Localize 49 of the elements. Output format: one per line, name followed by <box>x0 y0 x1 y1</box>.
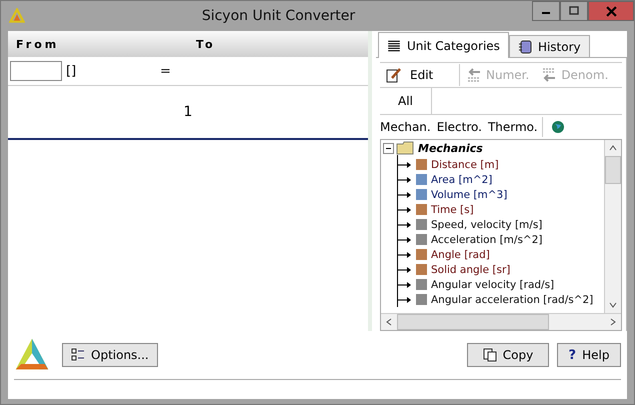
filter-button[interactable]: All <box>380 88 432 114</box>
help-button[interactable]: ? Help <box>557 343 621 367</box>
tree-item[interactable]: Volume [m^3] <box>431 188 508 200</box>
tree-item[interactable]: Distance [m] <box>431 158 499 170</box>
close-icon <box>606 6 616 16</box>
to-label: To <box>195 38 216 50</box>
equals-sign: = <box>160 64 171 78</box>
tree-item[interactable]: Acceleration [m/s^2] <box>431 234 542 246</box>
pencil-icon <box>386 67 402 83</box>
unit-text: [] <box>66 64 78 78</box>
value-input[interactable] <box>10 61 62 81</box>
minimize-button[interactable] <box>532 1 560 21</box>
tree-item[interactable]: Time [s] <box>431 204 474 216</box>
toolbar-button[interactable]: Edit <box>380 64 460 86</box>
tab[interactable]: History <box>508 35 590 57</box>
arrow-icon <box>466 67 482 83</box>
tree-item[interactable]: Speed, velocity [m/s] <box>431 218 542 230</box>
tree-item[interactable]: Mechanics <box>418 142 483 154</box>
tree-item[interactable]: Angle [rad] <box>431 248 490 260</box>
collapse-toggle[interactable] <box>383 142 394 154</box>
list-icon <box>387 38 401 52</box>
copy-icon <box>482 348 497 362</box>
horizontal-scrollbar[interactable] <box>381 313 621 330</box>
window-title: Sicyon Unit Converter <box>200 8 356 24</box>
scroll-thumb[interactable] <box>397 314 549 330</box>
checklist-icon <box>71 348 85 362</box>
tab[interactable]: Unit Categories <box>378 32 509 58</box>
close-button[interactable] <box>588 1 634 21</box>
from-label: From <box>15 38 60 50</box>
category-button[interactable]: Electro. <box>436 120 488 134</box>
question-icon: ? <box>568 348 576 362</box>
notebook-icon <box>518 40 532 54</box>
globe-icon[interactable] <box>550 120 565 134</box>
tree-item[interactable]: Area [m^2] <box>431 174 492 186</box>
scroll-thumb[interactable] <box>605 156 621 184</box>
tree-item[interactable]: Angular acceleration [rad/s^2] <box>431 294 594 306</box>
folder-icon <box>396 141 414 155</box>
maximize-button[interactable] <box>560 1 588 21</box>
vertical-scrollbar[interactable] <box>604 140 621 313</box>
arrow-icon <box>541 67 558 83</box>
options-button[interactable]: Options... <box>62 343 158 367</box>
app-logo-icon <box>9 8 25 24</box>
result-value: 1 <box>184 104 192 120</box>
maximize-icon <box>569 6 579 16</box>
tree-item[interactable]: Solid angle [sr] <box>431 264 510 276</box>
tree-item[interactable]: Angular velocity [rad/s] <box>431 278 554 290</box>
category-button[interactable]: Thermo. <box>488 120 544 134</box>
category-button[interactable]: Mechan. <box>380 120 437 134</box>
copy-button[interactable]: Copy <box>467 343 549 367</box>
